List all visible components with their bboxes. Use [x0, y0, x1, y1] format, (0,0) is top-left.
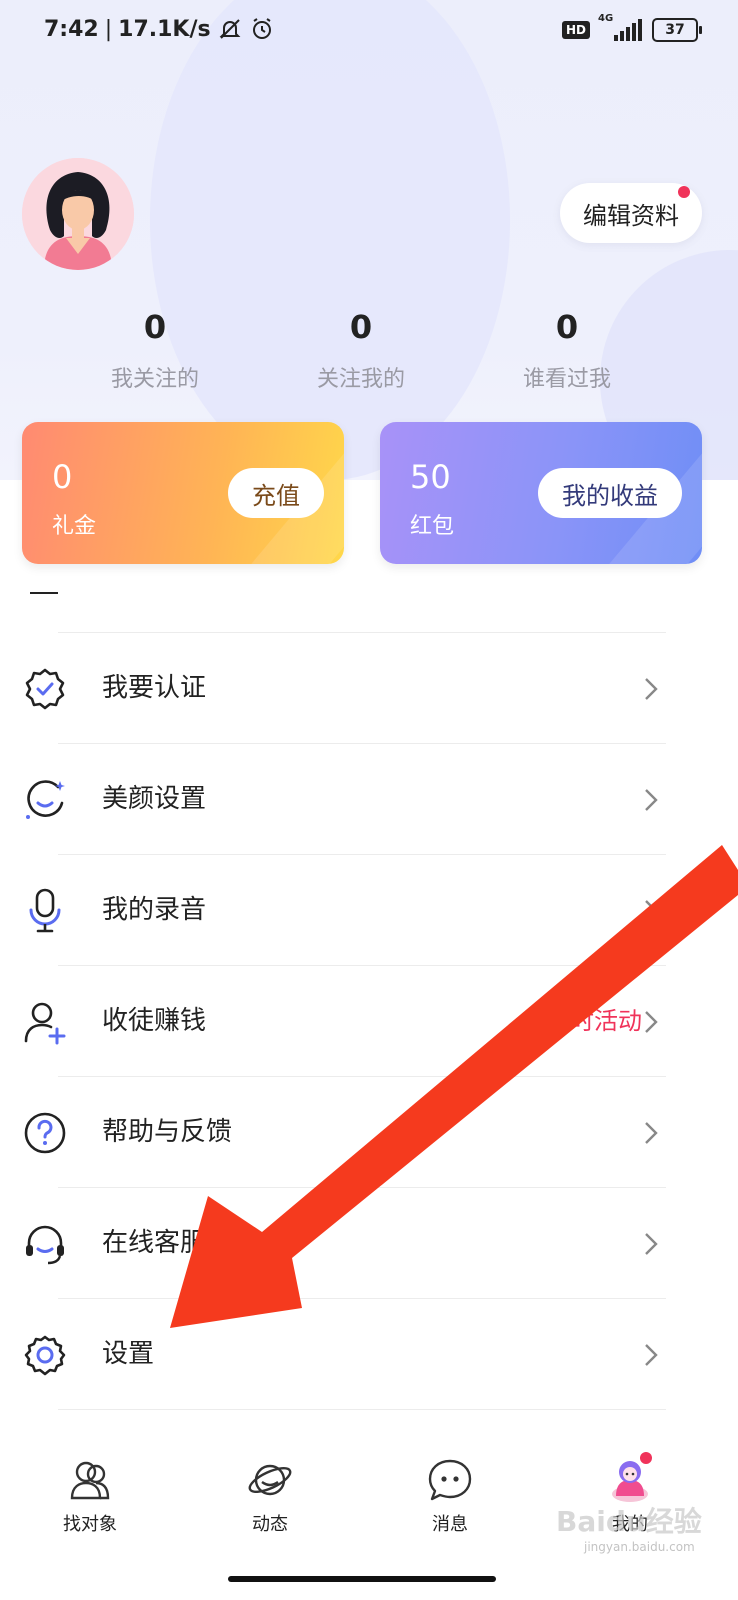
stat-followers[interactable]: 0 关注我的 [258, 305, 464, 393]
tab-label: 找对象 [63, 1514, 117, 1535]
beauty-face-icon [22, 777, 68, 823]
redpacket-name: 红包 [410, 514, 455, 539]
watermark-text: Baidu经验 [556, 1505, 702, 1538]
signal-icon: 4G [598, 13, 642, 41]
chevron-right-icon [642, 1121, 660, 1145]
recharge-button[interactable]: 充值 [228, 468, 324, 518]
tab-label: 消息 [432, 1514, 468, 1535]
edit-profile-label: 编辑资料 [583, 201, 679, 230]
menu-item-help[interactable]: 帮助与反馈 [0, 1077, 738, 1188]
chevron-right-icon [642, 1232, 660, 1256]
redpacket-value: 50 [410, 458, 451, 496]
watermark-url: jingyan.baidu.com [584, 1540, 695, 1554]
menu-item-settings[interactable]: 设置 [0, 1299, 738, 1410]
chevron-right-icon [642, 1010, 660, 1034]
stats-row: 0 我关注的 0 关注我的 0 谁看过我 [52, 305, 672, 393]
menu-label: 在线客服 [102, 1228, 207, 1258]
chevron-right-icon [642, 788, 660, 812]
chevron-right-icon [642, 677, 660, 701]
notification-dot [678, 186, 690, 198]
battery-icon: 37 [652, 18, 702, 42]
menu-label: 美颜设置 [102, 784, 207, 814]
redpacket-card[interactable]: 50 红包 我的收益 [380, 422, 702, 564]
stat-value: 0 [143, 308, 167, 346]
menu-item-recording[interactable]: 我的录音 [0, 855, 738, 966]
menu-extra-promo: 时活动 [570, 1007, 642, 1035]
headset-icon [22, 1221, 68, 1267]
status-separator: | [104, 16, 113, 42]
alarm-clock-icon [249, 16, 275, 42]
network-type-label: 4G [598, 13, 614, 24]
stat-label: 谁看过我 [522, 367, 611, 392]
stat-following[interactable]: 0 我关注的 [52, 305, 258, 393]
tab-moments[interactable]: 动态 [180, 1448, 360, 1548]
stat-label: 我关注的 [110, 367, 199, 392]
my-earnings-button[interactable]: 我的收益 [538, 468, 682, 518]
menu-label: 收徒赚钱 [102, 1006, 207, 1036]
tab-messages[interactable]: 消息 [360, 1448, 540, 1548]
menu-partial-icon [30, 592, 58, 594]
tab-find-partner[interactable]: 找对象 [0, 1448, 180, 1548]
mute-bell-icon [217, 16, 243, 42]
status-net-speed: 17.1K/s [118, 16, 211, 42]
menu-item-customer-service[interactable]: 在线客服 [0, 1188, 738, 1299]
battery-level: 37 [665, 22, 685, 38]
planet-icon [246, 1456, 294, 1504]
menu-label: 我要认证 [102, 673, 207, 703]
menu-item-beauty[interactable]: 美颜设置 [0, 744, 738, 855]
menu-item-verify[interactable]: 我要认证 [0, 633, 738, 744]
home-indicator[interactable] [228, 1576, 496, 1582]
gear-icon [22, 1332, 68, 1378]
status-bar: 7:42 | 17.1K/s HD 4G 37 [0, 0, 738, 64]
people-icon [66, 1456, 114, 1504]
gift-name: 礼金 [52, 514, 97, 539]
status-time: 7:42 [44, 16, 99, 42]
tab-label: 动态 [252, 1514, 288, 1535]
help-circle-icon [22, 1110, 68, 1156]
chevron-right-icon [642, 1343, 660, 1367]
stat-label: 关注我的 [316, 367, 405, 392]
settings-menu: 我要认证 美颜设置 我的录音 收徒赚钱 时活动 帮助与反馈 在线客服 设置 [0, 633, 738, 1410]
hd-badge: HD [561, 21, 590, 39]
tab-notification-dot [640, 1452, 652, 1464]
menu-item-apprentice[interactable]: 收徒赚钱 时活动 [0, 966, 738, 1077]
divider [58, 1409, 666, 1410]
menu-label: 设置 [102, 1339, 155, 1369]
stat-value: 0 [349, 308, 373, 346]
add-user-icon [22, 999, 68, 1045]
avatar[interactable] [22, 158, 134, 270]
stat-visitors[interactable]: 0 谁看过我 [464, 305, 670, 393]
menu-label: 帮助与反馈 [102, 1117, 233, 1147]
gift-card[interactable]: 0 礼金 充值 [22, 422, 344, 564]
chevron-right-icon [642, 899, 660, 923]
stat-value: 0 [555, 308, 579, 346]
menu-label: 我的录音 [102, 895, 207, 925]
gift-value: 0 [52, 458, 73, 496]
microphone-icon [22, 888, 68, 934]
chat-bubble-icon [426, 1456, 474, 1504]
verified-badge-icon [22, 666, 68, 712]
